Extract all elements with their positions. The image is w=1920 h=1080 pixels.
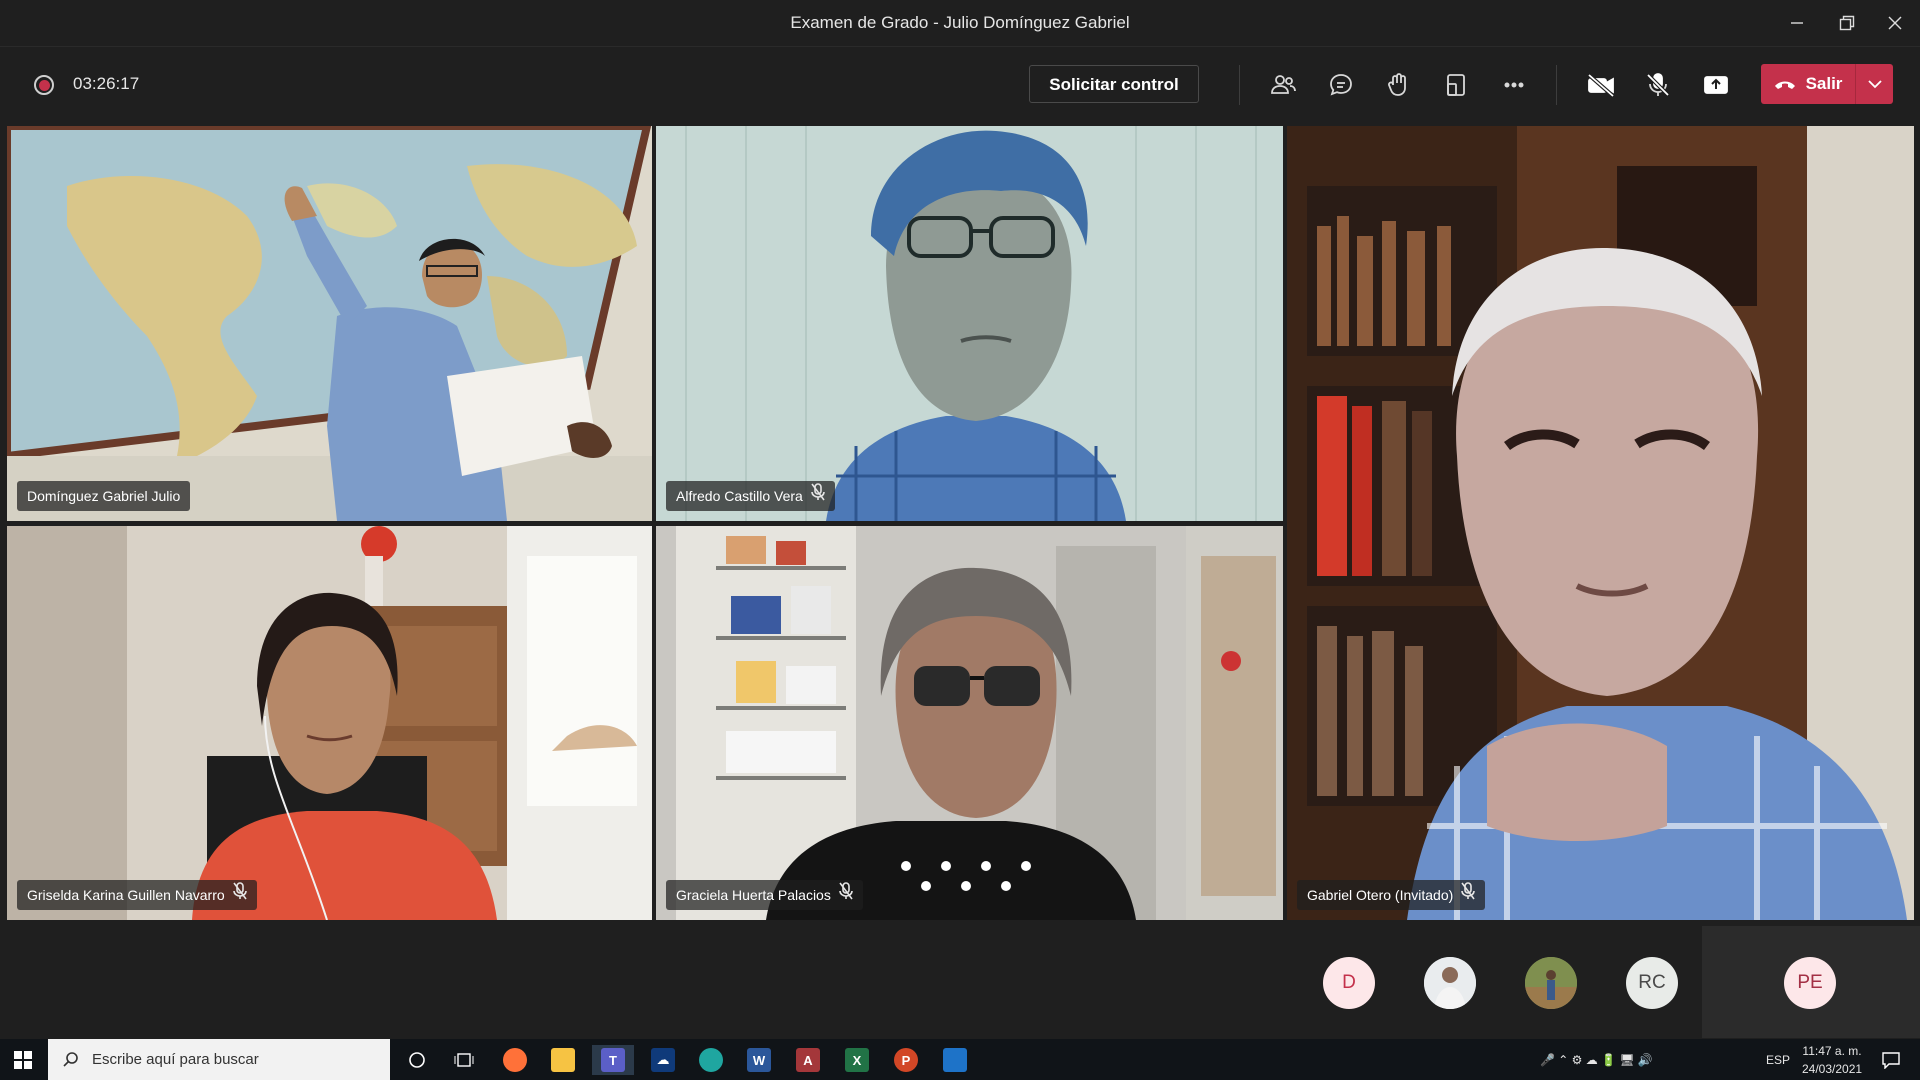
participant-name: Gabriel Otero (Invitado) bbox=[1307, 887, 1454, 903]
mic-off-icon bbox=[839, 880, 853, 910]
avatar-initials: D bbox=[1342, 972, 1356, 993]
mic-off-icon[interactable] bbox=[1640, 67, 1676, 103]
participant-name-tag: Gabriel Otero (Invitado) bbox=[1297, 880, 1486, 910]
hang-up-icon bbox=[1774, 81, 1795, 89]
video-tile[interactable]: Gabriel Otero (Invitado) bbox=[1287, 126, 1914, 920]
participants-icon[interactable] bbox=[1265, 67, 1301, 103]
request-control-button[interactable]: Solicitar control bbox=[1029, 65, 1199, 103]
participant-name: Domínguez Gabriel Julio bbox=[27, 488, 181, 504]
mic-off-icon bbox=[232, 880, 247, 910]
participant-video bbox=[656, 126, 1283, 521]
avatar[interactable]: D bbox=[1323, 957, 1375, 1009]
leave-main[interactable]: Salir bbox=[1761, 64, 1855, 104]
share-screen-icon[interactable] bbox=[1698, 67, 1734, 103]
notifications-icon[interactable] bbox=[1876, 1045, 1906, 1075]
chevron-down-icon[interactable] bbox=[1856, 64, 1893, 104]
participant-name: Alfredo Castillo Vera bbox=[676, 488, 803, 504]
taskbar-search-input[interactable]: Escribe aquí para buscar bbox=[48, 1039, 390, 1080]
avatar-photo bbox=[1424, 957, 1476, 1009]
participant-roster: D RC PE bbox=[0, 920, 1920, 1038]
participant-video bbox=[656, 526, 1283, 920]
reactions-icon[interactable] bbox=[1381, 67, 1417, 103]
windows-taskbar: Escribe aquí para buscar T ☁ W A X P 🎤 ⌃… bbox=[0, 1039, 1920, 1080]
toolbar-divider bbox=[1239, 65, 1240, 105]
recording-icon bbox=[34, 75, 54, 95]
close-icon[interactable] bbox=[1866, 0, 1920, 46]
onedrive-icon[interactable]: ☁ bbox=[648, 1045, 678, 1075]
avatar-initials: RC bbox=[1638, 972, 1666, 993]
photos-icon[interactable] bbox=[940, 1045, 970, 1075]
breakout-rooms-icon[interactable] bbox=[1438, 67, 1474, 103]
participant-name: Griselda Karina Guillen Navarro bbox=[27, 887, 225, 903]
self-view: PE bbox=[1702, 926, 1920, 1038]
avatar[interactable] bbox=[1424, 957, 1476, 1009]
mic-off-icon bbox=[811, 481, 825, 511]
clock-date[interactable]: 24/03/2021 bbox=[1802, 1062, 1862, 1076]
clock-time[interactable]: 11:47 a. m. bbox=[1802, 1044, 1862, 1058]
avatar[interactable]: RC bbox=[1626, 957, 1678, 1009]
edge-icon[interactable] bbox=[696, 1045, 726, 1075]
cortana-icon[interactable] bbox=[402, 1045, 432, 1075]
call-timer: 03:26:17 bbox=[73, 74, 140, 93]
tray-icons[interactable]: 🎤 ⌃ ⚙ ☁ 🔋 🖥 🔊 bbox=[1540, 1053, 1653, 1067]
leave-label: Salir bbox=[1805, 74, 1843, 93]
file-explorer-icon[interactable] bbox=[548, 1045, 578, 1075]
avatar-photo bbox=[1525, 957, 1577, 1009]
title-bar: Examen de Grado - Julio Domínguez Gabrie… bbox=[0, 0, 1920, 47]
access-icon[interactable]: A bbox=[793, 1045, 823, 1075]
firefox-icon[interactable] bbox=[500, 1045, 530, 1075]
participant-name: Graciela Huerta Palacios bbox=[676, 887, 831, 903]
more-options-icon[interactable] bbox=[1496, 67, 1532, 103]
task-view-icon[interactable] bbox=[449, 1045, 479, 1075]
video-tile[interactable]: Domínguez Gabriel Julio bbox=[7, 126, 652, 521]
chat-icon[interactable] bbox=[1323, 67, 1359, 103]
leave-button[interactable]: Salir bbox=[1761, 64, 1893, 104]
avatar[interactable]: PE bbox=[1784, 957, 1836, 1009]
teams-icon[interactable]: T bbox=[592, 1045, 634, 1075]
call-toolbar: 03:26:17 Solicitar control Salir bbox=[0, 47, 1920, 125]
search-placeholder: Escribe aquí para buscar bbox=[92, 1051, 259, 1068]
mic-off-icon bbox=[1461, 880, 1476, 910]
windows-start-icon[interactable] bbox=[0, 1039, 46, 1080]
participant-name-tag: Alfredo Castillo Vera bbox=[666, 481, 835, 511]
video-tile[interactable]: Graciela Huerta Palacios bbox=[656, 526, 1283, 920]
avatar-initials: PE bbox=[1797, 972, 1823, 993]
camera-off-icon[interactable] bbox=[1583, 67, 1619, 103]
video-tile[interactable]: Griselda Karina Guillen Navarro bbox=[7, 526, 652, 920]
avatar[interactable] bbox=[1525, 957, 1577, 1009]
window-title: Examen de Grado - Julio Domínguez Gabrie… bbox=[790, 13, 1130, 32]
search-icon bbox=[63, 1051, 78, 1067]
video-tile[interactable]: Alfredo Castillo Vera bbox=[656, 126, 1283, 521]
excel-icon[interactable]: X bbox=[842, 1045, 872, 1075]
language-indicator[interactable]: ESP bbox=[1766, 1053, 1790, 1067]
toolbar-divider bbox=[1556, 65, 1557, 105]
participant-name-tag: Griselda Karina Guillen Navarro bbox=[17, 880, 257, 910]
participant-video bbox=[1287, 126, 1914, 920]
participant-video bbox=[7, 126, 652, 521]
participant-name-tag: Graciela Huerta Palacios bbox=[666, 880, 863, 910]
word-icon[interactable]: W bbox=[744, 1045, 774, 1075]
participant-video bbox=[7, 526, 652, 920]
powerpoint-icon[interactable]: P bbox=[891, 1045, 921, 1075]
participant-name-tag: Domínguez Gabriel Julio bbox=[17, 481, 191, 511]
